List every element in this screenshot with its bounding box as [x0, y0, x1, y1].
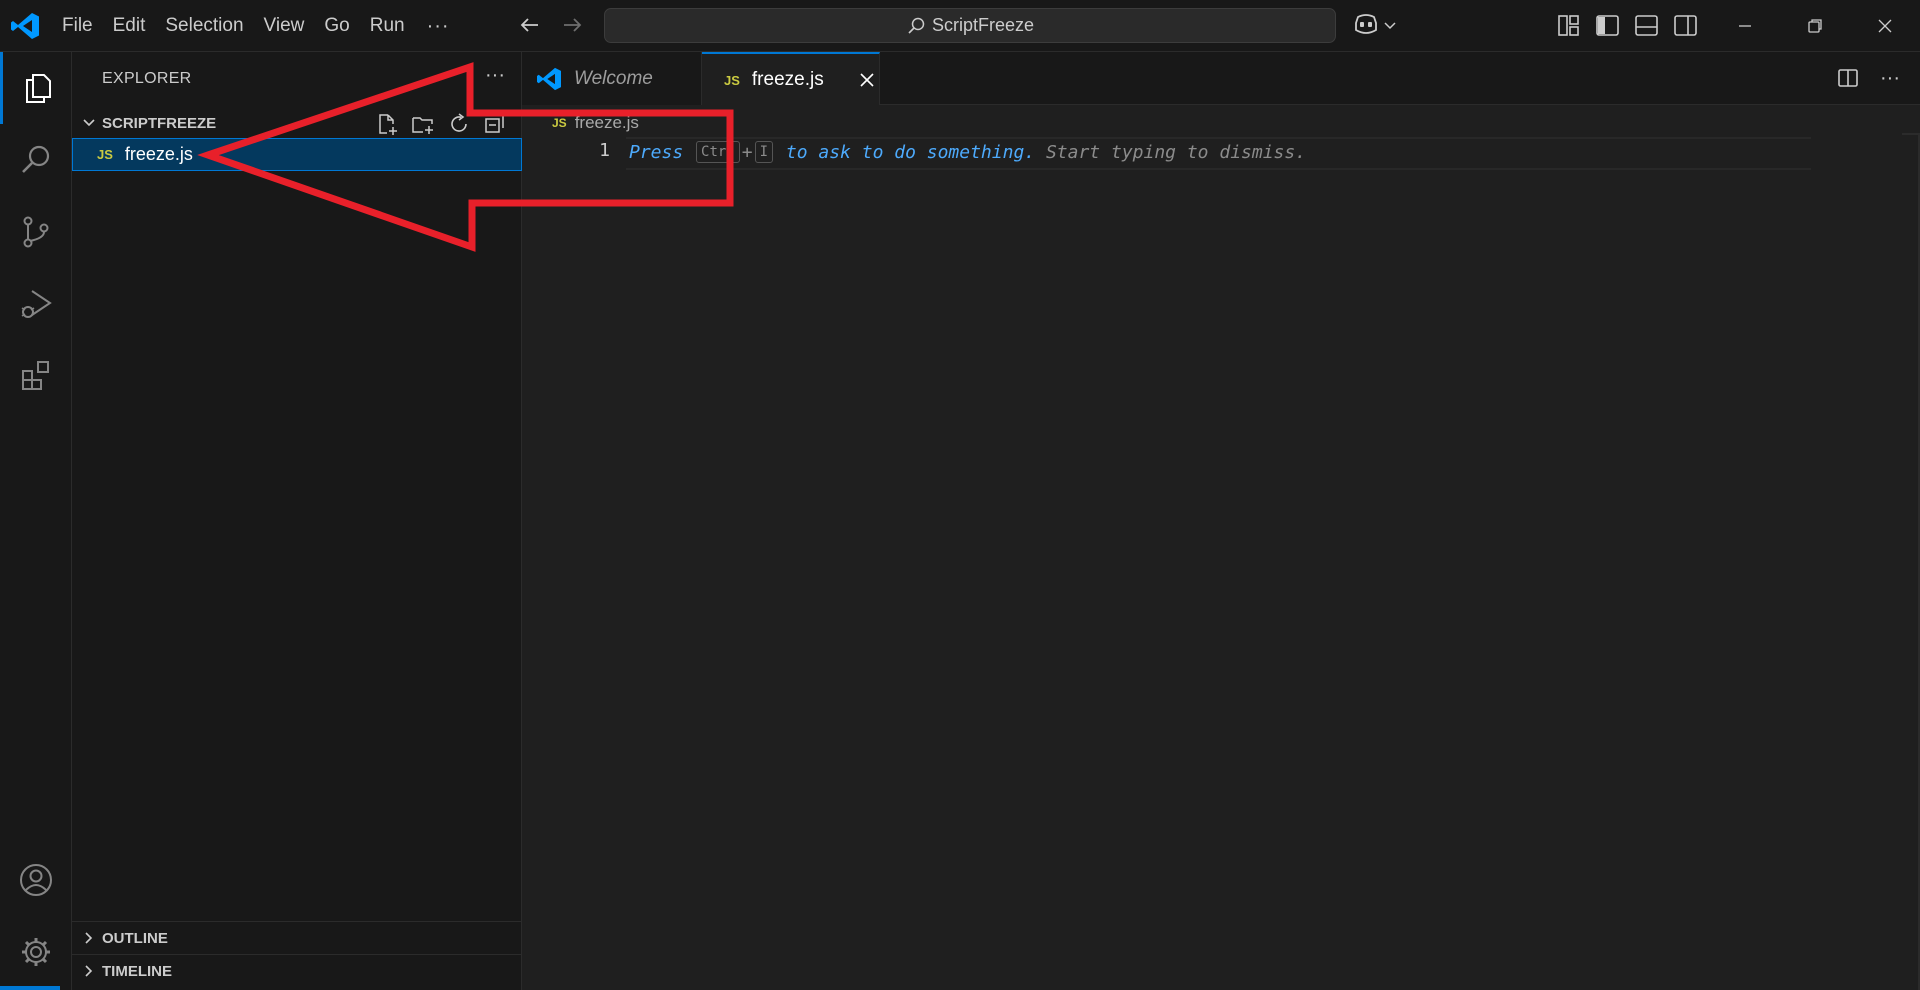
editor-more-button[interactable]: ···	[1880, 67, 1900, 90]
tab-freeze-label: freeze.js	[751, 69, 824, 90]
tab-welcome-label: Welcome	[574, 67, 653, 89]
files-icon	[25, 74, 51, 103]
command-center-label: ScriptFreeze	[931, 15, 1035, 35]
window-controls	[1710, 0, 1920, 52]
editor-tab-bar: Welcome JS freeze.js ···	[522, 52, 1920, 106]
restore-icon	[1808, 19, 1822, 33]
breadcrumb-file: freeze.js	[574, 113, 639, 132]
tab-welcome[interactable]: Welcome	[522, 52, 702, 105]
folder-name: SCRIPTFREEZE	[102, 114, 217, 132]
toggle-secondary-sidebar-icon[interactable]	[1672, 12, 1699, 39]
file-name: freeze.js	[124, 144, 193, 164]
status-indicator	[0, 986, 60, 990]
account-icon	[20, 864, 52, 896]
vscode-logo-icon	[537, 67, 561, 90]
forward-arrow-icon[interactable]	[558, 11, 586, 39]
editor-actions: ···	[1836, 66, 1900, 90]
explorer-title: EXPLORER	[102, 70, 192, 87]
toggle-panel-icon[interactable]	[1633, 12, 1660, 39]
menu-bar: File Edit Selection View Go Run ···	[52, 0, 462, 52]
timeline-label: TIMELINE	[102, 962, 172, 980]
close-window-button[interactable]	[1850, 0, 1920, 52]
gear-icon	[22, 938, 50, 966]
file-item-freeze-js[interactable]: JS freeze.js	[72, 138, 522, 171]
keybinding-ctrl: Ctrl	[696, 141, 740, 163]
activity-bar	[0, 52, 72, 990]
search-icon	[22, 145, 50, 173]
menu-view[interactable]: View	[254, 9, 315, 43]
customize-layout-icon[interactable]	[1555, 12, 1582, 39]
chevron-down-icon	[83, 119, 95, 127]
minimize-icon	[1739, 25, 1751, 27]
run-debug-icon	[21, 290, 52, 318]
activity-source-control[interactable]	[0, 196, 72, 268]
folder-row[interactable]: SCRIPTFREEZE	[72, 108, 522, 138]
folder-actions	[374, 111, 508, 137]
activity-run-debug[interactable]	[0, 268, 72, 340]
split-editor-icon[interactable]	[1836, 66, 1860, 90]
navigation-arrows	[516, 11, 586, 39]
chevron-right-icon	[85, 965, 93, 977]
js-file-icon: JS	[97, 147, 113, 162]
collapse-all-icon[interactable]	[482, 111, 508, 137]
menu-edit[interactable]: Edit	[103, 9, 156, 43]
outline-section[interactable]: OUTLINE	[72, 921, 522, 954]
menu-more-button[interactable]: ···	[415, 9, 462, 43]
minimize-button[interactable]	[1710, 0, 1780, 52]
chevron-right-icon	[85, 932, 93, 944]
menu-file[interactable]: File	[52, 9, 103, 43]
keybinding-plus: +	[741, 141, 753, 163]
explorer-sidebar: EXPLORER ··· SCRIPTFREEZE JS freeze.js O…	[72, 52, 522, 990]
activity-search[interactable]	[0, 124, 72, 196]
title-bar: File Edit Selection View Go Run ··· Scri…	[0, 0, 1920, 52]
keybinding-i: I	[754, 141, 774, 163]
tab-freeze-js[interactable]: JS freeze.js	[702, 52, 880, 106]
menu-selection[interactable]: Selection	[155, 9, 253, 43]
close-icon[interactable]	[858, 71, 876, 89]
explorer-more-button[interactable]: ···	[485, 64, 505, 87]
js-file-icon: JS	[552, 116, 567, 130]
hint-ask[interactable]: to ask to do something.	[775, 142, 1035, 163]
back-arrow-icon[interactable]	[516, 11, 544, 39]
refresh-icon[interactable]	[446, 111, 472, 137]
activity-explorer[interactable]	[0, 52, 72, 124]
breadcrumb[interactable]: JS freeze.js	[552, 113, 639, 133]
menu-go[interactable]: Go	[314, 9, 359, 43]
activity-accounts[interactable]	[0, 844, 72, 916]
extensions-icon	[22, 361, 49, 390]
hint-dismiss: Start typing to dismiss.	[1035, 141, 1307, 163]
new-file-icon[interactable]	[374, 111, 400, 137]
copilot-icon	[1355, 14, 1377, 34]
toggle-primary-sidebar-icon[interactable]	[1594, 12, 1621, 39]
vscode-logo-icon	[11, 13, 39, 39]
new-folder-icon[interactable]	[410, 111, 436, 137]
hint-press[interactable]: Press	[629, 142, 683, 163]
menu-run[interactable]: Run	[360, 9, 415, 43]
source-control-icon	[23, 216, 49, 248]
activity-extensions[interactable]	[0, 340, 72, 412]
copilot-button[interactable]	[1352, 12, 1398, 38]
outline-label: OUTLINE	[102, 929, 168, 947]
inline-chat-hint: Press Ctrl + I to ask to do something. S…	[629, 141, 1306, 163]
line-number: 1	[599, 140, 610, 161]
search-icon	[908, 17, 925, 34]
restore-button[interactable]	[1780, 0, 1850, 52]
timeline-section[interactable]: TIMELINE	[72, 954, 522, 987]
command-center-search[interactable]: ScriptFreeze	[604, 8, 1336, 43]
close-icon	[1878, 19, 1892, 33]
chevron-down-icon	[1384, 22, 1396, 30]
layout-controls	[1555, 12, 1699, 39]
activity-manage[interactable]	[0, 916, 72, 988]
editor-area[interactable]: JS freeze.js 1 Press Ctrl + I to ask to …	[522, 105, 1920, 990]
js-file-icon: JS	[724, 72, 740, 88]
